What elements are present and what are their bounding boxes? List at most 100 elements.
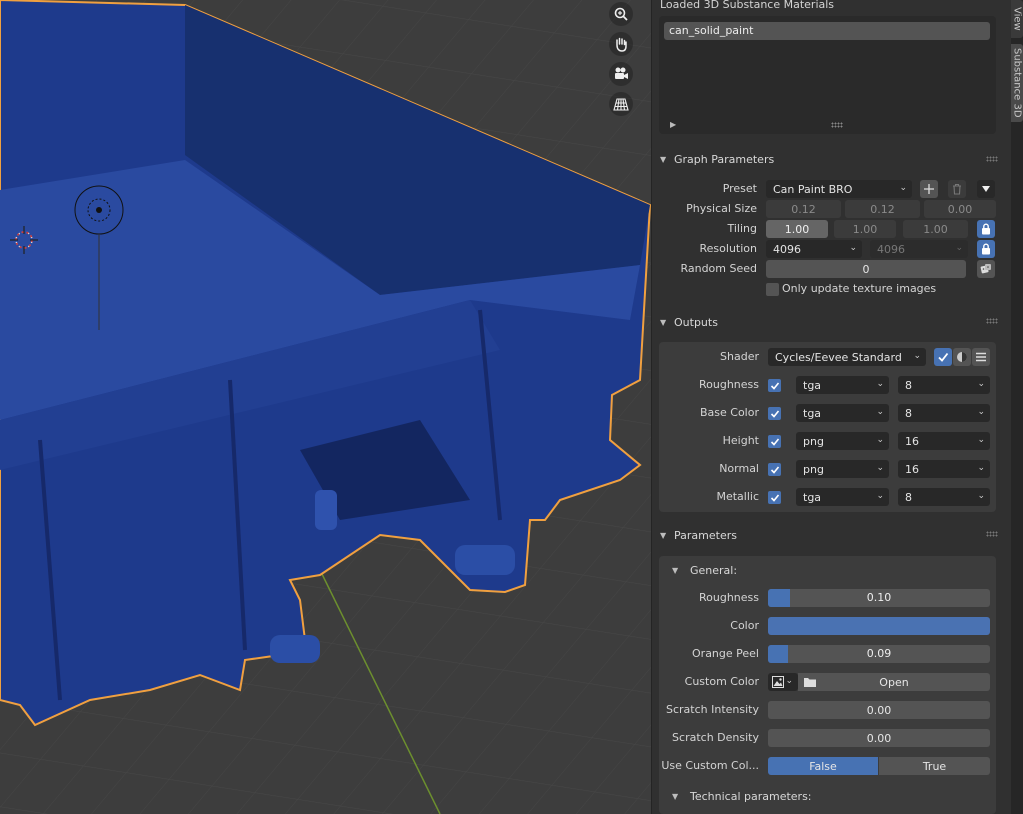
color-swatch[interactable] <box>768 617 990 635</box>
graph-parameters-header[interactable]: ▼ Graph Parameters <box>660 149 774 169</box>
image-browse-dropdown[interactable]: ⌄ <box>768 673 798 691</box>
list-item[interactable]: can_solid_paint <box>664 22 990 40</box>
roughness-value: 0.10 <box>866 591 892 604</box>
output-label: Height <box>722 434 759 447</box>
camera-icon[interactable] <box>609 62 633 86</box>
output-format-dropdown[interactable]: tga ⌄ <box>796 376 889 394</box>
tiling-z[interactable]: 1.00 <box>903 220 968 238</box>
preset-menu-button[interactable] <box>977 180 995 198</box>
loaded-materials-title: Loaded 3D Substance Materials <box>660 0 835 11</box>
technical-parameters-subheader[interactable]: ▼ Technical parameters: <box>672 786 812 806</box>
hand-pan-icon[interactable] <box>609 32 633 56</box>
image-icon <box>772 676 784 688</box>
panel-grip-icon[interactable] <box>986 156 998 162</box>
output-format-dropdown[interactable]: tga ⌄ <box>796 404 889 422</box>
resolution-lock-button[interactable] <box>977 240 995 258</box>
tab-view[interactable]: View <box>1011 0 1023 38</box>
checkmark-icon <box>770 493 779 502</box>
checkmark-icon <box>770 381 779 390</box>
chevron-down-icon: ▼ <box>672 565 679 575</box>
lock-icon <box>982 223 990 235</box>
resolution-width-dropdown[interactable]: 4096 ⌄ <box>766 240 862 258</box>
panel-grip-icon[interactable] <box>986 318 998 324</box>
tiling-label: Tiling <box>727 222 757 235</box>
tiling-lock-button[interactable] <box>977 220 995 238</box>
chevron-down-icon: ⌄ <box>977 407 985 417</box>
tiling-y[interactable]: 1.00 <box>834 220 896 238</box>
add-preset-button[interactable] <box>920 180 938 198</box>
true-option-button[interactable]: True <box>879 757 990 775</box>
chevron-down-icon: ⌄ <box>955 243 963 253</box>
scratch-density-field[interactable]: 0.00 <box>768 729 990 747</box>
zoom-icon[interactable] <box>609 2 633 26</box>
materials-list[interactable]: can_solid_paint ▶ <box>659 16 996 134</box>
scratch-intensity-field[interactable]: 0.00 <box>768 701 990 719</box>
outputs-list-toggle[interactable] <box>972 348 990 366</box>
shader-enable-toggle[interactable] <box>934 348 952 366</box>
tab-substance-3d[interactable]: Substance 3D <box>1011 44 1023 122</box>
viewport-scene <box>0 0 651 814</box>
checkmark-icon <box>770 409 779 418</box>
orange-peel-slider[interactable]: 0.09 <box>768 645 990 663</box>
chevron-down-icon: ⌄ <box>876 379 884 389</box>
output-enable-checkbox[interactable] <box>768 463 781 476</box>
perspective-grid-icon[interactable] <box>609 92 633 116</box>
output-format-dropdown[interactable]: png ⌄ <box>796 460 889 478</box>
roughness-slider[interactable]: 0.10 <box>768 589 990 607</box>
output-bitdepth-dropdown[interactable]: 8 ⌄ <box>898 404 990 422</box>
dice-icon <box>980 264 991 274</box>
lock-icon <box>982 243 990 255</box>
output-label: Roughness <box>698 378 759 391</box>
physical-size-x[interactable]: 0.12 <box>766 200 841 218</box>
output-bitdepth-dropdown[interactable]: 8 ⌄ <box>898 376 990 394</box>
output-label: Base Color <box>699 406 759 419</box>
3d-viewport[interactable] <box>0 0 651 814</box>
checkmark-icon <box>770 465 779 474</box>
parameters-header[interactable]: ▼ Parameters <box>660 525 737 545</box>
chevron-down-icon: ▼ <box>660 530 667 540</box>
material-sphere-icon <box>957 352 967 362</box>
output-enable-checkbox[interactable] <box>768 491 781 504</box>
color-label: Color <box>730 619 759 632</box>
chevron-down-icon: ⌄ <box>977 379 985 389</box>
custom-color-label: Custom Color <box>684 675 759 688</box>
output-bitdepth-dropdown[interactable]: 8 ⌄ <box>898 488 990 506</box>
chevron-down-icon: ⌄ <box>913 351 921 361</box>
output-format-dropdown[interactable]: png ⌄ <box>796 432 889 450</box>
expand-arrow-icon[interactable]: ▶ <box>670 120 676 129</box>
list-icon <box>976 352 986 362</box>
open-image-button[interactable]: Open <box>798 673 990 691</box>
output-bitdepth-dropdown[interactable]: 16 ⌄ <box>898 460 990 478</box>
resolution-height-dropdown[interactable]: 4096 ⌄ <box>870 240 968 258</box>
tiling-x[interactable]: 1.00 <box>766 220 828 238</box>
only-update-checkbox[interactable] <box>766 283 779 296</box>
physical-size-label: Physical Size <box>686 202 757 215</box>
output-enable-checkbox[interactable] <box>768 379 781 392</box>
chevron-down-icon: ⌄ <box>876 463 884 473</box>
shader-dropdown[interactable]: Cycles/Eevee Standard ⌄ <box>768 348 926 366</box>
panel-grip-icon[interactable] <box>986 531 998 537</box>
random-seed-field[interactable]: 0 <box>766 260 966 278</box>
output-format-dropdown[interactable]: tga ⌄ <box>796 488 889 506</box>
outputs-header[interactable]: ▼ Outputs <box>660 312 718 332</box>
trash-icon <box>953 183 961 195</box>
only-update-label: Only update texture images <box>782 282 937 295</box>
physical-size-y[interactable]: 0.12 <box>845 200 920 218</box>
delete-preset-button[interactable] <box>948 180 966 198</box>
output-bitdepth-dropdown[interactable]: 16 ⌄ <box>898 432 990 450</box>
output-enable-checkbox[interactable] <box>768 407 781 420</box>
randomize-seed-button[interactable] <box>977 260 995 278</box>
material-preview-toggle[interactable] <box>953 348 971 366</box>
output-label: Metallic <box>716 490 759 503</box>
output-enable-checkbox[interactable] <box>768 435 781 448</box>
false-option-button[interactable]: False <box>768 757 878 775</box>
chevron-down-icon: ⌄ <box>977 435 985 445</box>
preset-dropdown[interactable]: Can Paint BRO ⌄ <box>766 180 912 198</box>
resize-grip-icon[interactable] <box>831 122 843 128</box>
general-subheader[interactable]: ▼ General: <box>672 560 737 580</box>
chevron-down-icon: ⌄ <box>849 243 857 253</box>
triangle-down-icon <box>982 186 990 192</box>
use-custom-color-label: Use Custom Col... <box>661 759 759 772</box>
sidebar-tabs: View Substance 3D <box>1011 0 1023 814</box>
physical-size-z[interactable]: 0.00 <box>924 200 996 218</box>
